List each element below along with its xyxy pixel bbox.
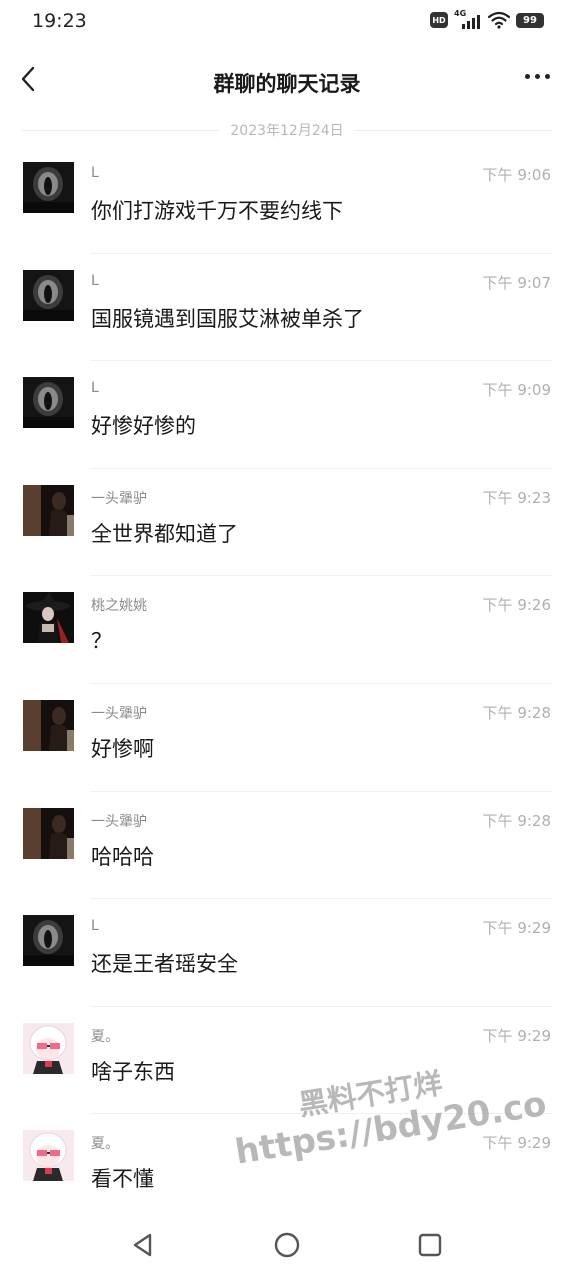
message-item[interactable]: 一头犟驴 下午 9:23 全世界都知道了	[0, 469, 574, 577]
message-time: 下午 9:23	[482, 488, 551, 507]
signal-icon: 4G	[454, 9, 482, 29]
divider	[22, 129, 221, 131]
message-time: 下午 9:06	[482, 166, 551, 184]
sender-name: L	[91, 272, 99, 289]
battery-icon: 99	[516, 12, 544, 28]
avatar[interactable]	[23, 915, 74, 967]
message-time: 下午 9:28	[482, 703, 551, 722]
recent-square-icon[interactable]	[415, 1230, 445, 1260]
status-bar: 19:23 HD 4G 99	[0, 0, 574, 44]
message-time: 下午 9:26	[482, 596, 551, 615]
message-content: 还是王者瑶安全	[91, 952, 238, 977]
system-nav-bar	[0, 1210, 574, 1280]
sender-name: 一头犟驴	[91, 490, 147, 507]
message-item[interactable]: L 下午 9:29 还是王者瑶安全	[0, 899, 574, 1007]
sender-name: 桃之姚姚	[91, 598, 147, 615]
sender-name: L	[91, 165, 99, 181]
message-time: 下午 9:29	[482, 1134, 551, 1153]
message-time: 下午 9:29	[482, 1026, 551, 1045]
message-time: 下午 9:29	[482, 919, 551, 938]
message-item[interactable]: L 下午 9:07 国服镜遇到国服艾淋被单杀了	[0, 254, 574, 362]
dark-tunnel-avatar-icon	[23, 377, 74, 429]
sender-name: 一头犟驴	[91, 813, 147, 830]
shadow-figure-avatar-icon	[23, 807, 74, 859]
message-time: 下午 9:09	[482, 381, 551, 400]
message-time: 下午 9:28	[482, 811, 551, 830]
sender-name: 一头犟驴	[91, 705, 147, 722]
date-separator: 2023年12月24日	[22, 118, 553, 142]
message-item[interactable]: 夏。 下午 9:29 看不懂	[0, 1114, 574, 1222]
message-list: L 下午 9:06 你们打游戏千万不要约线下 L 下午 9:07 国服镜遇到国服…	[0, 146, 574, 1222]
avatar[interactable]	[23, 269, 74, 321]
avatar[interactable]	[23, 699, 74, 751]
message-item[interactable]: 一头犟驴 下午 9:28 哈哈哈	[0, 792, 574, 900]
sender-name: 夏。	[91, 1028, 119, 1045]
witch-hat-avatar-icon	[23, 592, 74, 644]
date-label: 2023年12月24日	[230, 123, 344, 139]
avatar[interactable]	[23, 1022, 74, 1074]
header: 群聊的聊天记录	[0, 44, 574, 116]
dark-tunnel-avatar-icon	[23, 915, 74, 967]
hd-icon: HD	[430, 12, 448, 28]
avatar[interactable]	[23, 377, 74, 429]
sender-name: L	[91, 380, 99, 397]
divider	[353, 129, 553, 131]
message-content: 看不懂	[91, 1167, 154, 1192]
wifi-icon	[488, 11, 510, 29]
more-options-icon[interactable]	[525, 74, 550, 79]
dark-tunnel-avatar-icon	[23, 269, 74, 321]
avatar[interactable]	[23, 162, 74, 213]
shadow-figure-avatar-icon	[23, 699, 74, 751]
avatar[interactable]	[23, 807, 74, 859]
message-content: 好惨好惨的	[91, 414, 196, 439]
status-icons: HD 4G 99	[430, 9, 544, 29]
message-item[interactable]: 夏。 下午 9:29 啥子东西	[0, 1007, 574, 1115]
home-circle-icon[interactable]	[272, 1230, 302, 1260]
message-content: ？	[91, 629, 112, 654]
message-content: 你们打游戏千万不要约线下	[91, 199, 343, 223]
message-content: 啥子东西	[91, 1059, 175, 1084]
status-time: 19:23	[32, 10, 87, 32]
message-item[interactable]: 一头犟驴 下午 9:28 好惨啊	[0, 684, 574, 792]
shadow-figure-avatar-icon	[23, 484, 74, 536]
page-title: 群聊的聊天记录	[213, 72, 361, 96]
sender-name: L	[91, 918, 99, 935]
avatar[interactable]	[23, 592, 74, 644]
anime-girl-avatar-icon	[23, 1130, 74, 1182]
message-item[interactable]: L 下午 9:06 你们打游戏千万不要约线下	[0, 146, 574, 254]
back-triangle-icon[interactable]	[128, 1230, 158, 1260]
sender-name: 夏。	[91, 1136, 119, 1153]
message-time: 下午 9:07	[482, 273, 551, 292]
avatar[interactable]	[23, 1130, 74, 1182]
dark-tunnel-avatar-icon	[23, 162, 74, 213]
message-item[interactable]: 桃之姚姚 下午 9:26 ？	[0, 576, 574, 684]
avatar[interactable]	[23, 484, 74, 536]
message-item[interactable]: L 下午 9:09 好惨好惨的	[0, 361, 574, 469]
message-content: 全世界都知道了	[91, 521, 238, 546]
message-content: 好惨啊	[91, 736, 154, 761]
message-content: 国服镜遇到国服艾淋被单杀了	[91, 306, 364, 331]
message-content: 哈哈哈	[91, 844, 154, 869]
anime-girl-avatar-icon	[23, 1022, 74, 1074]
